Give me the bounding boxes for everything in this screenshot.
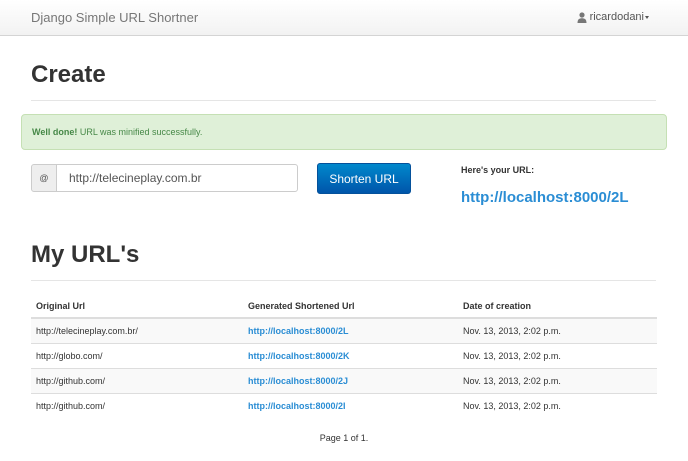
table-row: http://github.com/ http://localhost:8000…	[31, 367, 657, 393]
table-row: http://globo.com/ http://localhost:8000/…	[31, 342, 657, 368]
column-header-shortened: Generated Shortened Url	[243, 294, 458, 319]
url-input-addon: @	[31, 164, 57, 192]
urls-table: Original Url Generated Shortened Url Dat…	[31, 294, 657, 418]
alert-strong-text: Well done!	[32, 127, 78, 137]
original-url-cell: http://telecineplay.com.br/	[31, 317, 243, 343]
username-label: ricardodani	[589, 11, 644, 23]
original-url-cell: http://github.com/	[31, 392, 243, 418]
column-header-date: Date of creation	[458, 294, 657, 319]
short-url-link[interactable]: http://localhost:8000/2K	[248, 351, 350, 361]
shorten-url-button[interactable]: Shorten URL	[317, 163, 411, 194]
date-cell: Nov. 13, 2013, 2:02 p.m.	[458, 392, 657, 418]
date-cell: Nov. 13, 2013, 2:02 p.m.	[458, 317, 657, 343]
original-url-cell: http://github.com/	[31, 367, 243, 393]
short-url-cell: http://localhost:8000/2L	[243, 317, 458, 343]
short-url-link[interactable]: http://localhost:8000/2J	[248, 376, 348, 386]
table-row: http://github.com/ http://localhost:8000…	[31, 392, 657, 418]
user-menu-dropdown[interactable]: ricardodani	[577, 11, 649, 23]
success-alert: Well done! URL was minified successfully…	[21, 114, 667, 150]
short-url-cell: http://localhost:8000/2I	[243, 392, 458, 418]
pagination-text: Page 1 of 1.	[319, 433, 369, 443]
result-label: Here's your URL:	[461, 165, 535, 175]
date-cell: Nov. 13, 2013, 2:02 p.m.	[458, 367, 657, 393]
table-header-row: Original Url Generated Shortened Url Dat…	[31, 294, 657, 319]
user-icon	[577, 11, 587, 23]
url-input[interactable]	[56, 164, 298, 192]
original-url-cell: http://globo.com/	[31, 342, 243, 368]
divider	[31, 280, 656, 281]
table-row: http://telecineplay.com.br/ http://local…	[31, 317, 657, 343]
short-url-cell: http://localhost:8000/2J	[243, 367, 458, 393]
result-short-url-link[interactable]: http://localhost:8000/2L	[461, 189, 629, 206]
short-url-link[interactable]: http://localhost:8000/2L	[248, 326, 349, 336]
alert-message: URL was minified successfully.	[77, 127, 203, 137]
short-url-cell: http://localhost:8000/2K	[243, 342, 458, 368]
my-urls-heading: My URL's	[31, 241, 140, 268]
short-url-link[interactable]: http://localhost:8000/2I	[248, 401, 346, 411]
date-cell: Nov. 13, 2013, 2:02 p.m.	[458, 342, 657, 368]
divider	[31, 100, 656, 101]
create-heading: Create	[31, 61, 106, 88]
caret-down-icon	[645, 16, 649, 19]
column-header-original: Original Url	[31, 294, 243, 319]
navbar: Django Simple URL Shortner ricardodani	[0, 0, 688, 36]
brand-link[interactable]: Django Simple URL Shortner	[31, 10, 198, 25]
